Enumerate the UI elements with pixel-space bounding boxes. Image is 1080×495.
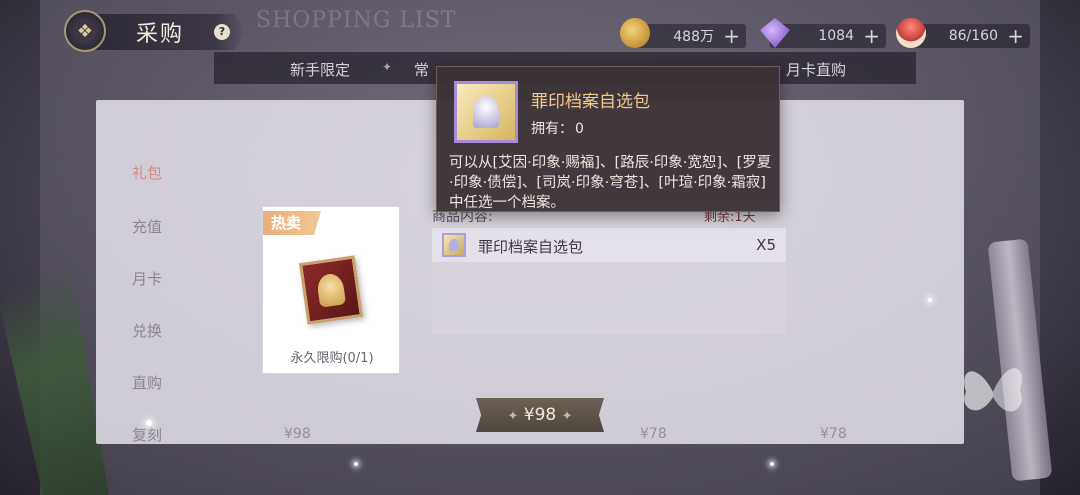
item-name: 罪印档案自选包 (478, 238, 584, 256)
item-tooltip: 罪印档案自选包 拥有： 0 可以从[艾因·印象·赐福]、[路辰·印象·宽恕]、[罗… (436, 66, 780, 212)
butterfly-back-icon: ❖ (76, 20, 94, 42)
stamina-value: 86/160 (948, 28, 998, 44)
cake-icon (896, 18, 926, 48)
page-title: 采购 (136, 22, 185, 47)
stamina-currency: 86/160 + (896, 18, 1030, 48)
tooltip-title: 罪印档案自选包 (531, 92, 650, 112)
archive-frame-icon (298, 255, 364, 325)
tab-monthly-card[interactable]: 月卡直购 (786, 59, 846, 80)
diamond-currency: 1084 + (760, 18, 886, 48)
tooltip-description: 可以从[艾因·印象·赐福]、[路辰·印象·宽恕]、[罗夏·印象·债偿]、[司岚·… (449, 155, 772, 211)
sparkle-icon: ✦ (507, 409, 519, 424)
sparkle-icon (354, 462, 358, 466)
add-gold-button[interactable]: + (723, 24, 740, 48)
gold-currency: 488万 + (620, 18, 746, 48)
purchase-limit: 永久限购(0/1) (290, 351, 374, 366)
sidebar-item-exchange[interactable]: 兑换 (132, 320, 162, 341)
archive-pack-icon (442, 233, 466, 257)
sidebar-item-gift[interactable]: 礼包 (132, 162, 162, 183)
butterfly-icon (964, 368, 1022, 412)
gold-value: 488万 (673, 29, 714, 45)
tab-newbie-limited[interactable]: 新手限定 (290, 59, 350, 80)
sidebar-item-rerun[interactable]: 复刻 (132, 424, 162, 445)
archive-pack-icon (454, 81, 518, 143)
tab-regular[interactable]: 常 (414, 59, 429, 80)
back-button[interactable]: ❖ (64, 10, 106, 52)
sparkle-icon (146, 420, 152, 426)
sparkle-icon (928, 298, 932, 302)
ghost-price: ¥78 (820, 426, 847, 442)
shopping-list-watermark: SHOPPING LIST (256, 8, 457, 33)
top-bar: ❖ 采购 ? SHOPPING LIST 488万 + 1084 + 86/16… (0, 0, 1080, 60)
owned-count: 拥有： 0 (531, 118, 584, 138)
add-stamina-button[interactable]: + (1007, 24, 1024, 48)
item-quantity: X5 (756, 236, 776, 254)
buy-button[interactable]: ✦ ¥98 ✦ (476, 398, 604, 432)
price-label: ¥98 (523, 405, 557, 425)
gold-coin-icon (620, 18, 650, 48)
hot-sale-badge: 热卖 (263, 211, 321, 235)
ghost-price: ¥98 (284, 426, 311, 442)
diamond-icon (760, 18, 790, 48)
tab-separator: ✦ (382, 60, 393, 74)
list-item[interactable]: 罪印档案自选包 X5 (432, 228, 786, 262)
owned-label: 拥有： (531, 121, 573, 137)
sparkle-icon (770, 462, 774, 466)
ghost-price: ¥78 (640, 426, 667, 442)
sidebar-item-monthly[interactable]: 月卡 (132, 268, 162, 289)
sidebar-item-direct[interactable]: 直购 (132, 372, 162, 393)
diamond-value: 1084 (818, 28, 854, 44)
sidebar-item-recharge[interactable]: 充值 (132, 216, 162, 237)
help-icon[interactable]: ? (214, 24, 230, 40)
add-diamond-button[interactable]: + (863, 24, 880, 48)
owned-value: 0 (575, 121, 584, 137)
product-card[interactable]: 热卖 永久限购(0/1) (262, 206, 400, 374)
sparkle-icon: ✦ (561, 409, 573, 424)
